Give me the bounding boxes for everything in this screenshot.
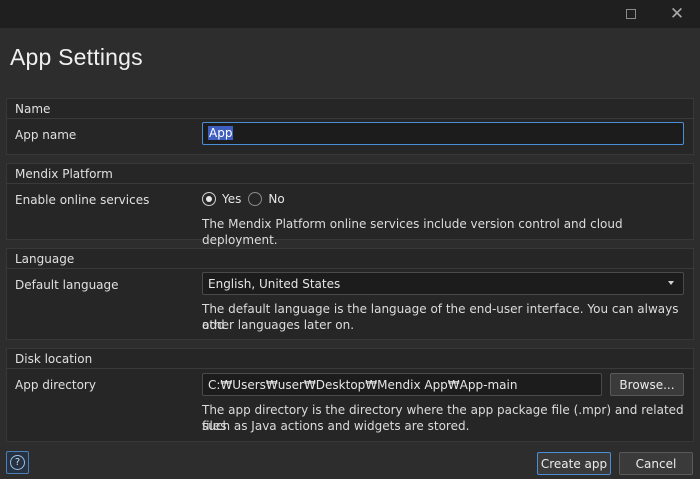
online-services-label: Enable online services [15, 193, 150, 207]
directory-help-line2: such as Java actions and widgets are sto… [202, 419, 470, 433]
default-language-label: Default language [15, 278, 119, 292]
radio-no-label[interactable]: No [268, 192, 284, 206]
section-heading-platform: Mendix Platform [15, 167, 113, 181]
radio-selected-dot [206, 196, 212, 202]
app-name-input[interactable]: App [202, 122, 684, 145]
radio-no[interactable] [248, 192, 263, 206]
close-icon: ✕ [669, 3, 685, 24]
app-name-label: App name [15, 128, 77, 142]
app-directory-input[interactable]: C:₩Users₩user₩Desktop₩Mendix App₩App-mai… [202, 373, 602, 396]
app-directory-label: App directory [15, 378, 96, 392]
language-help-line2: other languages later on. [202, 318, 355, 332]
section-divider [7, 268, 695, 269]
default-language-value: English, United States [208, 277, 341, 291]
online-services-help: The Mendix Platform online services incl… [202, 217, 623, 247]
create-app-button[interactable]: Create app [537, 452, 611, 475]
maximize-icon [626, 9, 636, 19]
section-heading-name: Name [15, 102, 51, 116]
dropdown-caret-icon [668, 281, 674, 285]
help-button[interactable]: ? [6, 451, 29, 474]
cancel-button[interactable]: Cancel [619, 452, 693, 475]
dialog-title: App Settings [10, 44, 143, 70]
app-name-value: App [208, 126, 234, 140]
online-services-radio-group: Yes No [202, 191, 292, 207]
radio-yes[interactable] [202, 192, 216, 206]
close-button[interactable]: ✕ [654, 0, 700, 28]
window-titlebar: ✕ [0, 0, 700, 28]
section-divider [7, 183, 695, 184]
browse-button[interactable]: Browse... [610, 373, 684, 396]
maximize-button[interactable] [608, 0, 654, 28]
section-heading-disk: Disk location [15, 352, 93, 366]
radio-yes-label[interactable]: Yes [222, 192, 241, 206]
default-language-select[interactable]: English, United States [202, 272, 684, 295]
section-divider [7, 118, 695, 119]
section-heading-language: Language [15, 252, 75, 266]
help-icon: ? [10, 455, 25, 470]
section-divider [7, 368, 695, 369]
